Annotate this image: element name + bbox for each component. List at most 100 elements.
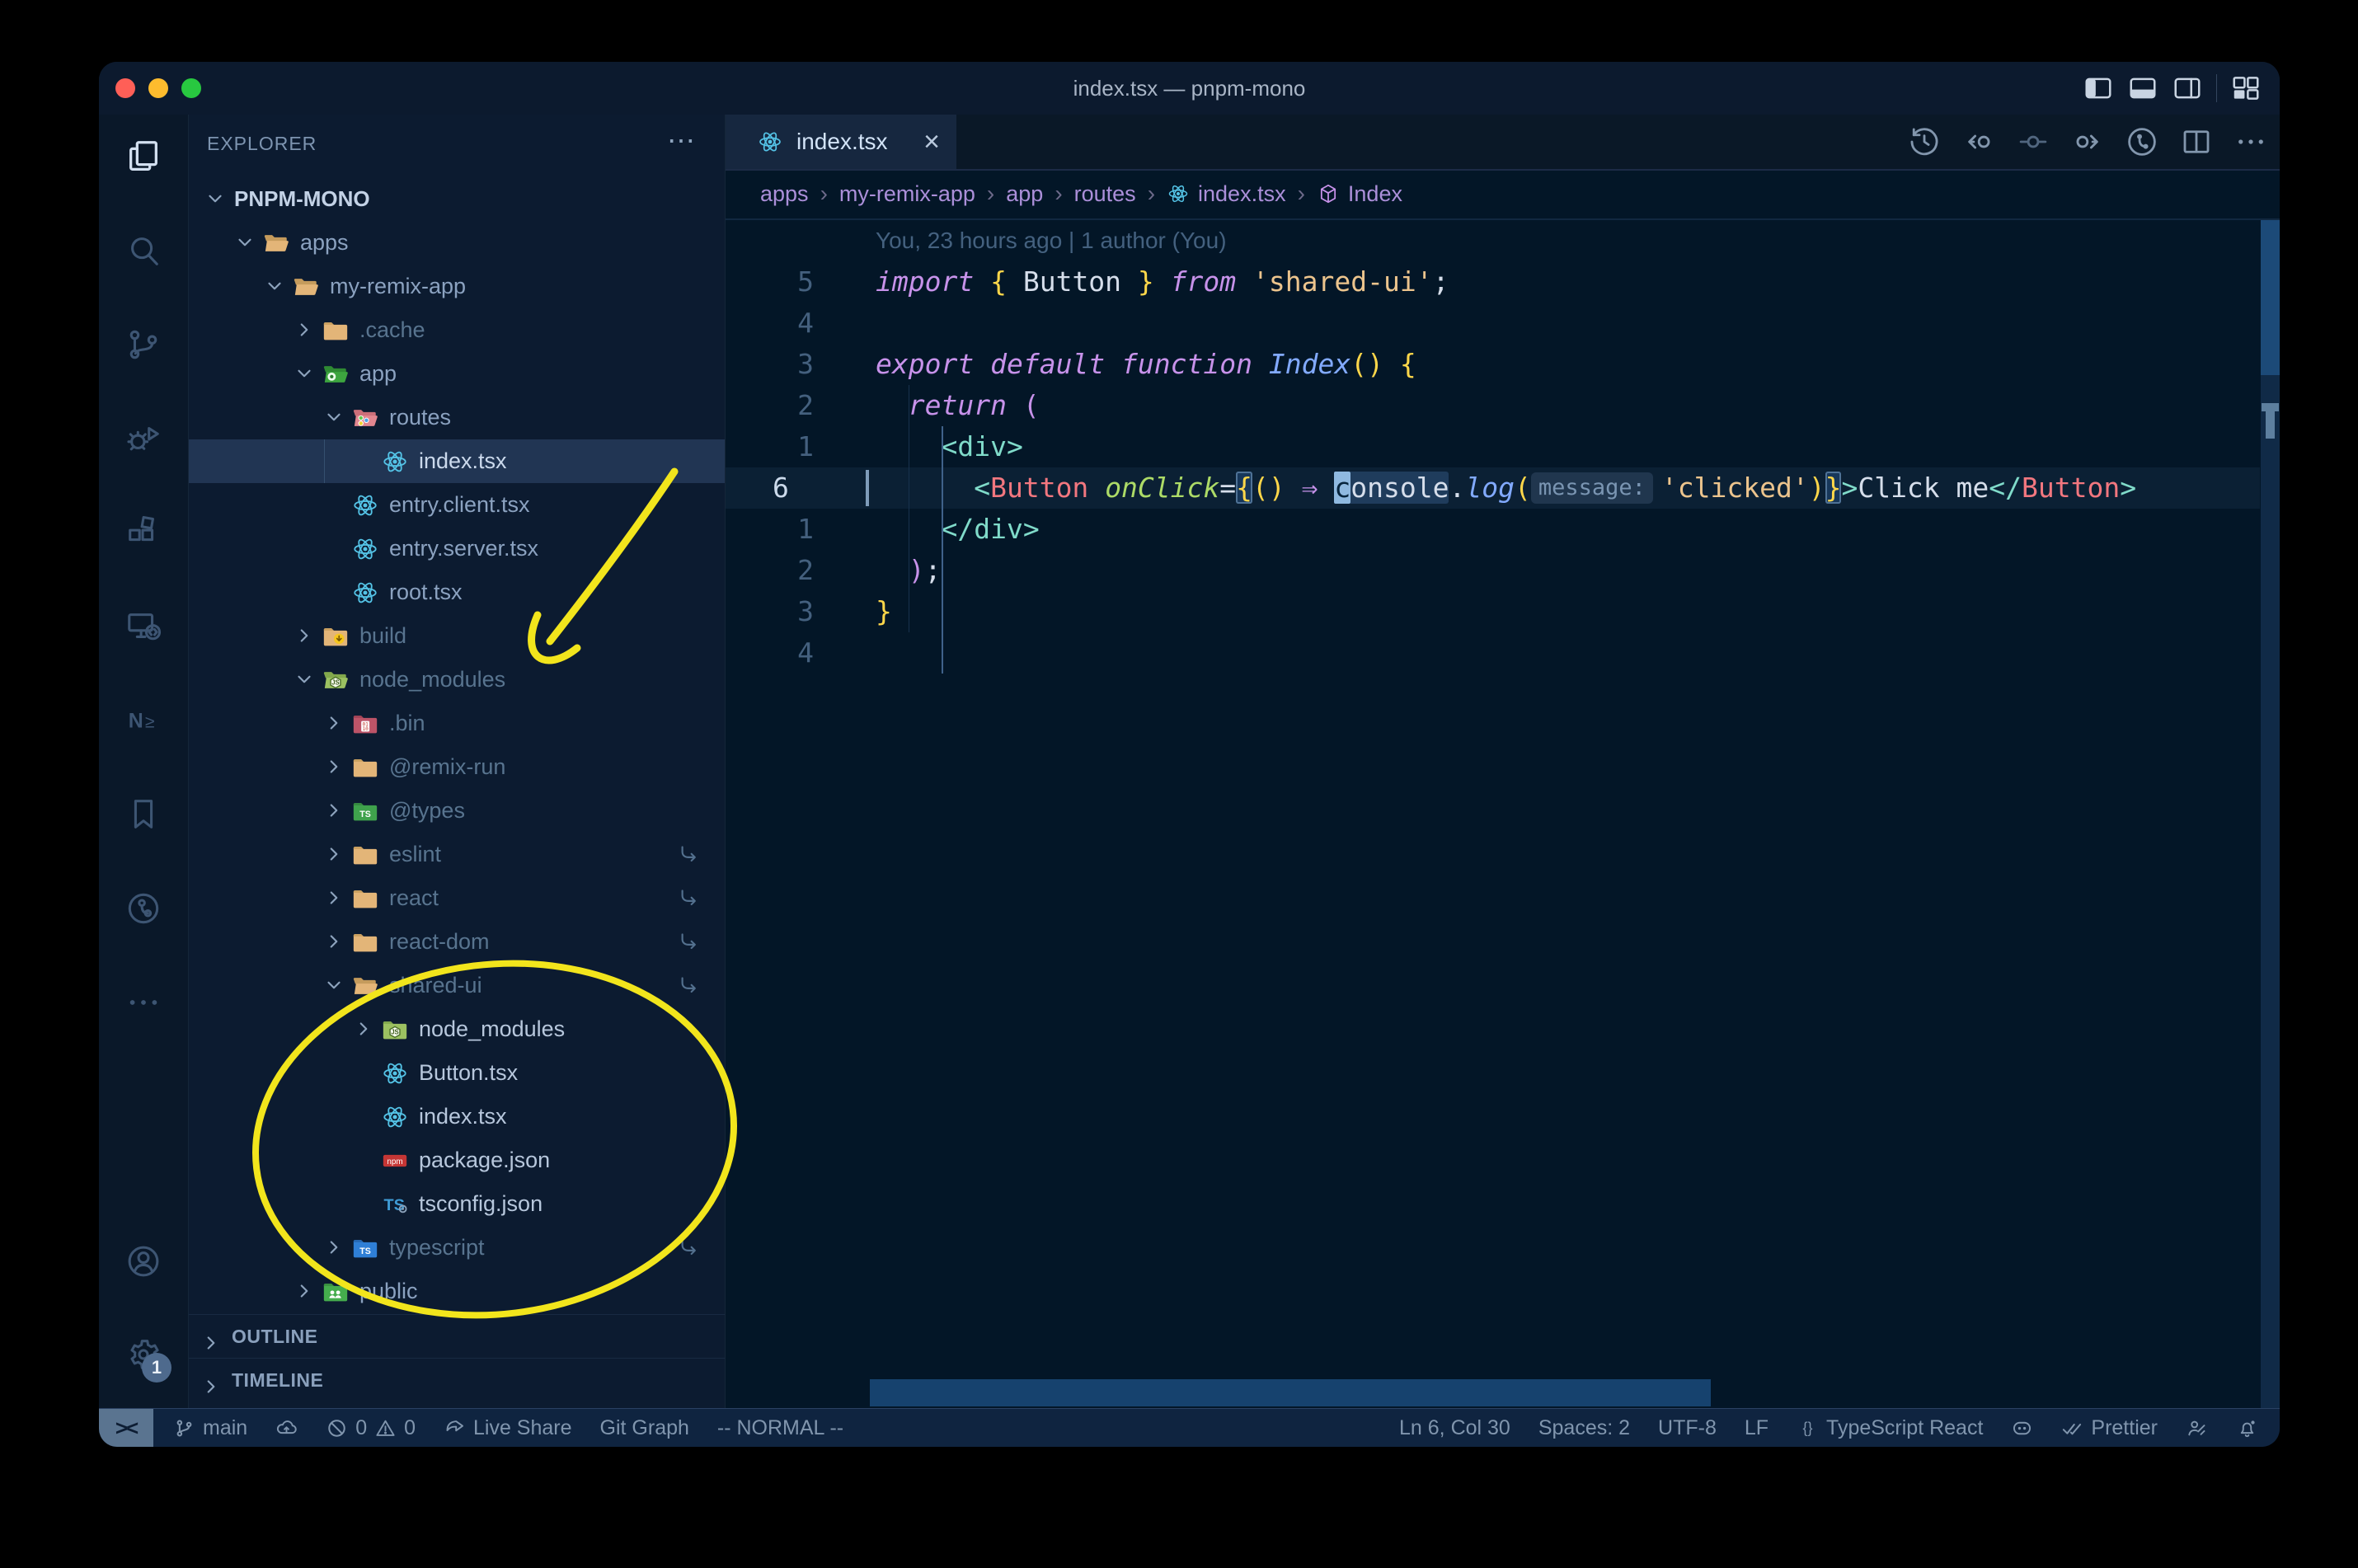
- status-item-feedback[interactable]: [2186, 1417, 2208, 1439]
- activity-extensions-icon[interactable]: [114, 503, 173, 562]
- horizontal-scrollbar-thumb[interactable]: [870, 1379, 1711, 1406]
- tree-item-.bin[interactable]: 01 10 .bin: [189, 702, 725, 745]
- tree-item-node-modules[interactable]: JS node_modules: [189, 1007, 725, 1051]
- status-item-typescript-react[interactable]: {} TypeScript React: [1797, 1416, 1984, 1440]
- tab-index-tsx[interactable]: index.tsx ×: [726, 115, 956, 169]
- tree-item-node-modules[interactable]: JS node_modules: [189, 658, 725, 702]
- tree-item-entry.server.tsx[interactable]: entry.server.tsx: [189, 527, 725, 570]
- status-item-spaces-2[interactable]: Spaces: 2: [1538, 1416, 1630, 1440]
- activity-run-debug-icon[interactable]: [114, 409, 173, 468]
- tree-item-build[interactable]: build: [189, 614, 725, 658]
- tree-item-public[interactable]: public: [189, 1270, 725, 1313]
- activity-settings-icon[interactable]: 1: [114, 1325, 173, 1384]
- tree-item-typescript[interactable]: TS typescript: [189, 1226, 725, 1270]
- code-line-3[interactable]: 3}: [726, 591, 2260, 632]
- code-line-5[interactable]: 5 import { Button } from 'shared-ui';: [726, 261, 2260, 303]
- tree-item-root.tsx[interactable]: root.tsx: [189, 570, 725, 614]
- activity-remote-explorer-icon[interactable]: [114, 597, 173, 656]
- code-line-6[interactable]: 6 <Button onClick={() ⇒ console.log(mess…: [726, 467, 2260, 509]
- tree-item-eslint[interactable]: eslint: [189, 833, 725, 876]
- editor-action-more-h-icon[interactable]: [2234, 124, 2268, 159]
- status-item-cloud-upload[interactable]: [275, 1417, 298, 1439]
- tree-item-pnpm-mono[interactable]: PNPM-MONO: [189, 177, 725, 221]
- status-item--normal-[interactable]: -- NORMAL --: [717, 1416, 843, 1440]
- editor-action-next-change-icon[interactable]: [2070, 124, 2105, 159]
- code-editor[interactable]: You, 23 hours ago | 1 author (You) 5 impor…: [726, 220, 2280, 1409]
- editor-action-prev-change-icon[interactable]: [1961, 124, 1996, 159]
- bell-icon: [2236, 1417, 2258, 1439]
- tree-item-apps[interactable]: apps: [189, 221, 725, 265]
- section-timeline[interactable]: TIMELINE: [189, 1358, 725, 1402]
- status-item-utf-8[interactable]: UTF-8: [1658, 1416, 1717, 1440]
- tree-item-react-dom[interactable]: react-dom: [189, 920, 725, 964]
- status-item-prettier[interactable]: Prettier: [2061, 1416, 2158, 1440]
- breadcrumb-item-index[interactable]: Index: [1317, 181, 1402, 207]
- braces-icon: {}: [1797, 1417, 1819, 1439]
- editor-action-history-icon[interactable]: [1907, 124, 1942, 159]
- tree-item-index.tsx[interactable]: index.tsx: [189, 1095, 725, 1138]
- breadcrumb-item-index.tsx[interactable]: index.tsx: [1167, 181, 1286, 207]
- tree-item-tsconfig.json[interactable]: TS tsconfig.json: [189, 1182, 725, 1226]
- editor-action-split-icon[interactable]: [2179, 124, 2214, 159]
- tree-item-react[interactable]: react: [189, 876, 725, 920]
- toggle-panel-icon[interactable]: [2127, 73, 2158, 104]
- tree-item-@remix-run[interactable]: @remix-run: [189, 745, 725, 789]
- activity-source-control-icon[interactable]: [114, 315, 173, 374]
- activity-gitlens-icon[interactable]: [114, 879, 173, 938]
- tree-item-label: build: [359, 623, 407, 648]
- status-item-live-share[interactable]: Live Share: [444, 1416, 572, 1440]
- breadcrumb-item-routes[interactable]: routes: [1074, 181, 1136, 207]
- activity-nx-console-icon[interactable]: N ≥: [114, 691, 173, 750]
- tree-item-shared-ui[interactable]: shared-ui: [189, 964, 725, 1007]
- tree-item-.cache[interactable]: .cache: [189, 308, 725, 352]
- breadcrumb-item-app[interactable]: app: [1006, 181, 1043, 207]
- tree-item-entry.client.tsx[interactable]: entry.client.tsx: [189, 483, 725, 527]
- explorer-more-actions-button[interactable]: ⋯: [667, 115, 695, 172]
- status-item-0[interactable]: 00: [326, 1416, 416, 1440]
- tree-item-routes[interactable]: routes: [189, 396, 725, 439]
- tree-item-button.tsx[interactable]: Button.tsx: [189, 1051, 725, 1095]
- status-item-ln-6-col-30[interactable]: Ln 6, Col 30: [1399, 1416, 1510, 1440]
- tab-close-icon[interactable]: ×: [923, 128, 940, 156]
- remote-indicator-button[interactable]: ><: [99, 1409, 153, 1447]
- activity-explorer-icon[interactable]: [114, 127, 173, 186]
- code-line-text: <div>: [941, 430, 1023, 462]
- cloud-upload-icon: [275, 1417, 298, 1439]
- status-item-git-graph[interactable]: Git Graph: [600, 1416, 689, 1440]
- breadcrumb-item-my-remix-app[interactable]: my-remix-app: [839, 181, 975, 207]
- code-line-1[interactable]: 1 </div>: [726, 509, 2260, 550]
- file-tree: PNPM-MONO apps my-remix-app .cache app routes…: [189, 172, 725, 1409]
- status-item-copilot[interactable]: [2011, 1417, 2033, 1439]
- activity-bookmarks-icon[interactable]: [114, 785, 173, 844]
- status-item-main[interactable]: main: [173, 1416, 247, 1440]
- section-outline[interactable]: OUTLINE: [189, 1314, 725, 1359]
- tree-item-my-remix-app[interactable]: my-remix-app: [189, 265, 725, 308]
- breadcrumb-item-apps[interactable]: apps: [760, 181, 809, 207]
- tree-item-index.tsx[interactable]: index.tsx: [189, 439, 725, 483]
- tree-item-package.json[interactable]: npm package.json: [189, 1138, 725, 1182]
- code-line-3[interactable]: 3 export default function Index() {: [726, 344, 2260, 385]
- code-line-2[interactable]: 2 );: [726, 550, 2260, 591]
- tree-item-@types[interactable]: TS @types: [189, 789, 725, 833]
- status-item-lf[interactable]: LF: [1745, 1416, 1768, 1440]
- svg-text:10: 10: [362, 726, 369, 732]
- activity-search-icon[interactable]: [114, 221, 173, 280]
- status-item-bell[interactable]: [2236, 1417, 2258, 1439]
- section-label: OUTLINE: [232, 1326, 318, 1347]
- titlebar-layout-controls: [2083, 62, 2262, 115]
- chevron-right-icon: [323, 887, 345, 908]
- vertical-scrollbar-thumb[interactable]: [2261, 220, 2280, 375]
- code-line-2[interactable]: 2 return (: [726, 385, 2260, 426]
- editor-action-gitlens-graph-icon[interactable]: [2125, 124, 2159, 159]
- code-line-4[interactable]: 4: [726, 303, 2260, 344]
- vertical-scrollbar[interactable]: [2261, 220, 2280, 1409]
- toggle-sidebar-right-icon[interactable]: [2172, 73, 2203, 104]
- customize-layout-icon[interactable]: [2230, 73, 2262, 104]
- toggle-sidebar-left-icon[interactable]: [2083, 73, 2114, 104]
- tree-item-app[interactable]: app: [189, 352, 725, 396]
- code-line-4[interactable]: 4: [726, 632, 2260, 674]
- activity-more-icon[interactable]: [114, 973, 173, 1032]
- activity-accounts-icon[interactable]: [114, 1232, 173, 1291]
- editor-action-change-icon[interactable]: [2016, 124, 2050, 159]
- code-line-1[interactable]: 1 <div>: [726, 426, 2260, 467]
